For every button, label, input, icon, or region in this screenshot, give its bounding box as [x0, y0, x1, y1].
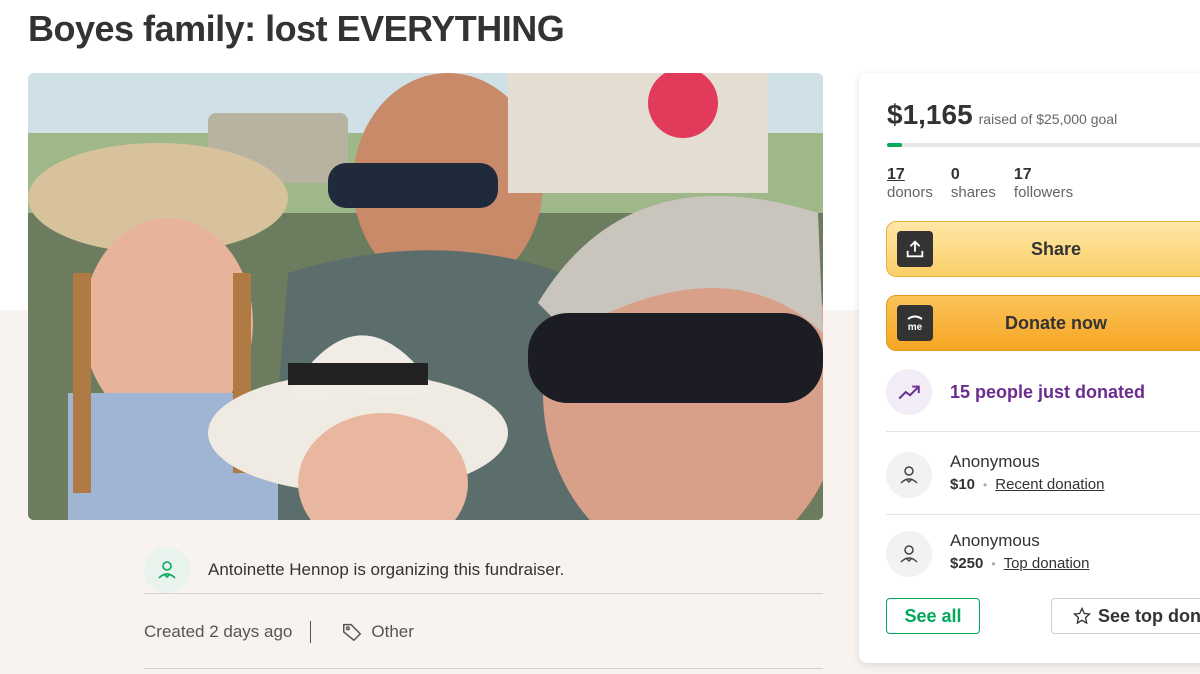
- donation-amount: $250: [950, 555, 984, 572]
- organizer-row: Antoinette Hennop is organizing this fun…: [144, 546, 823, 594]
- donation-item: Anonymous $10 • Recent donation: [886, 450, 1104, 498]
- donor-name: Anonymous: [950, 452, 1040, 471]
- divider: [144, 593, 823, 594]
- donor-name: Anonymous: [950, 531, 1040, 550]
- raised-amount: $1,165: [887, 99, 973, 130]
- category-label: Other: [371, 622, 414, 641]
- donation-amount: $10: [950, 476, 976, 493]
- stat-label: shares: [950, 184, 996, 201]
- goal-text: raised of $25,000 goal: [978, 111, 1118, 127]
- separator-dot: •: [991, 556, 996, 571]
- donate-label: Donate now: [1005, 312, 1107, 333]
- stats: 17 donors 0 shares 17 followers: [887, 166, 1073, 202]
- stat-donors[interactable]: 17 donors: [887, 166, 933, 202]
- separator-dot: •: [983, 477, 988, 492]
- created-date: Created 2 days ago: [144, 622, 293, 641]
- heart-hand-icon: [886, 531, 932, 577]
- progress-bar: [887, 143, 1200, 147]
- upload-icon: [897, 231, 933, 267]
- tag-icon: [343, 623, 362, 642]
- heart-hand-icon: [144, 547, 190, 593]
- family-photo: [28, 73, 823, 520]
- recent-activity: 15 people just donated: [886, 369, 1145, 415]
- donation-item: Anonymous $250 • Top donation: [886, 529, 1089, 577]
- stat-label: followers: [1013, 184, 1074, 201]
- stat-shares: 0 shares: [951, 166, 996, 202]
- stat-number: 17: [887, 166, 905, 183]
- svg-text:me: me: [908, 322, 923, 333]
- see-all-button[interactable]: See all: [886, 598, 980, 634]
- see-top-label: See top dona: [1098, 605, 1200, 626]
- star-icon: [1072, 606, 1092, 625]
- trending-up-icon: [886, 369, 932, 415]
- organizer-text: Antoinette Hennop is organizing this fun…: [208, 560, 565, 579]
- share-button[interactable]: Share: [886, 221, 1200, 277]
- see-top-donations-button[interactable]: See top dona: [1051, 598, 1200, 634]
- meta-separator: [310, 621, 312, 643]
- divider: [886, 514, 1200, 515]
- donation-kind-link[interactable]: Recent donation: [995, 476, 1104, 493]
- progress-fill: [887, 143, 903, 147]
- divider: [886, 431, 1200, 432]
- stat-label: donors: [887, 184, 933, 201]
- fundraiser-meta: Created 2 days ago Other: [144, 618, 414, 646]
- trend-text: 15 people just donated: [950, 381, 1146, 402]
- share-label: Share: [1030, 238, 1082, 259]
- donate-button[interactable]: me Donate now: [886, 295, 1200, 351]
- donation-card: $1,165 raised of $25,000 goal 17 donors …: [859, 73, 1200, 663]
- stat-number: 0: [950, 166, 960, 183]
- divider: [144, 668, 823, 669]
- stat-number: 17: [1013, 166, 1032, 183]
- heart-hand-icon: [886, 452, 932, 498]
- raised-summary: $1,165 raised of $25,000 goal: [887, 99, 1117, 131]
- page-title: Boyes family: lost EVERYTHING: [28, 8, 565, 49]
- donation-kind-link[interactable]: Top donation: [1004, 555, 1090, 572]
- gofundme-logo-icon: me: [897, 305, 933, 341]
- stat-followers: 17 followers: [1014, 166, 1073, 202]
- category-link[interactable]: Other: [341, 621, 414, 643]
